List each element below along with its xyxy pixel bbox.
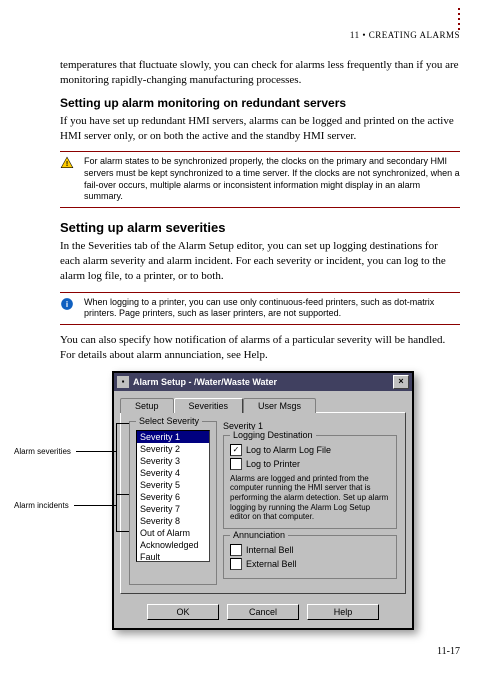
info-icon: i bbox=[60, 297, 76, 320]
logging-hint: Alarms are logged and printed from the c… bbox=[230, 474, 390, 522]
list-item[interactable]: Fault bbox=[137, 551, 209, 562]
checkbox-printer-label: Log to Printer bbox=[246, 459, 300, 469]
body-severities-1: In the Severities tab of the Alarm Setup… bbox=[60, 239, 460, 284]
list-item[interactable]: Severity 6 bbox=[137, 491, 209, 503]
alarm-setup-dialog: ▪ Alarm Setup - /Water/Waste Water × Set… bbox=[112, 371, 414, 630]
warning-icon: ! bbox=[60, 156, 76, 203]
list-item[interactable]: Severity 2 bbox=[137, 443, 209, 455]
list-item[interactable]: Acknowledged bbox=[137, 539, 209, 551]
dialog-titlebar: ▪ Alarm Setup - /Water/Waste Water × bbox=[114, 373, 412, 391]
dialog-title: Alarm Setup - /Water/Waste Water bbox=[133, 377, 393, 387]
list-item[interactable]: Severity 5 bbox=[137, 479, 209, 491]
checkbox-external-bell-label: External Bell bbox=[246, 559, 297, 569]
dialog-button-row: OK Cancel Help bbox=[114, 600, 412, 628]
chapter-header: 11 • CREATING ALARMS bbox=[60, 30, 460, 40]
body-severities-2: You can also specify how notification of… bbox=[60, 333, 460, 363]
warning-note: ! For alarm states to be synchronized pr… bbox=[60, 151, 460, 208]
select-severity-legend: Select Severity bbox=[136, 416, 202, 426]
select-severity-group: Select Severity Severity 1 Severity 2 Se… bbox=[129, 421, 217, 585]
callout-box-severities bbox=[116, 423, 130, 495]
checkbox-logfile-label: Log to Alarm Log File bbox=[246, 445, 331, 455]
header-dots bbox=[458, 8, 460, 30]
help-button[interactable]: Help bbox=[307, 604, 379, 620]
dialog-panel: Select Severity Severity 1 Severity 2 Se… bbox=[120, 412, 406, 594]
info-note: i When logging to a printer, you can use… bbox=[60, 292, 460, 325]
checkbox-printer[interactable] bbox=[230, 458, 242, 470]
heading-redundant: Setting up alarm monitoring on redundant… bbox=[60, 96, 460, 110]
list-item[interactable]: Severity 7 bbox=[137, 503, 209, 515]
annunciation-legend: Annunciation bbox=[230, 530, 288, 540]
info-text: When logging to a printer, you can use o… bbox=[84, 297, 460, 320]
body-redundant: If you have set up redundant HMI servers… bbox=[60, 114, 460, 144]
heading-severities: Setting up alarm severities bbox=[60, 220, 460, 235]
list-item[interactable]: Severity 4 bbox=[137, 467, 209, 479]
checkbox-external-bell[interactable] bbox=[230, 558, 242, 570]
tab-severities[interactable]: Severities bbox=[174, 398, 244, 413]
svg-text:i: i bbox=[66, 300, 68, 309]
tab-user-msgs[interactable]: User Msgs bbox=[243, 398, 316, 413]
list-item[interactable]: Severity 8 bbox=[137, 515, 209, 527]
list-item[interactable]: Severity 3 bbox=[137, 455, 209, 467]
tab-setup[interactable]: Setup bbox=[120, 398, 174, 413]
list-item[interactable]: Severity 1 bbox=[137, 431, 209, 443]
dialog-tabs: Setup Severities User Msgs bbox=[114, 391, 412, 412]
callout-line-2 bbox=[74, 505, 116, 506]
dialog-system-icon[interactable]: ▪ bbox=[117, 376, 129, 388]
callout-line bbox=[76, 451, 116, 452]
callout-incidents-label: Alarm incidents bbox=[14, 501, 69, 510]
severity-details: Severity 1 Logging Destination ✓ Log to … bbox=[223, 421, 397, 585]
close-icon[interactable]: × bbox=[393, 375, 409, 389]
logging-legend: Logging Destination bbox=[230, 430, 316, 440]
checkbox-internal-bell[interactable] bbox=[230, 544, 242, 556]
callout-severities-label: Alarm severities bbox=[14, 447, 71, 456]
severity-listbox[interactable]: Severity 1 Severity 2 Severity 3 Severit… bbox=[136, 430, 210, 562]
svg-text:!: ! bbox=[66, 161, 68, 168]
logging-group: Logging Destination ✓ Log to Alarm Log F… bbox=[223, 435, 397, 529]
ok-button[interactable]: OK bbox=[147, 604, 219, 620]
list-item[interactable]: Out of Alarm bbox=[137, 527, 209, 539]
page-number: 11-17 bbox=[60, 646, 460, 657]
cancel-button[interactable]: Cancel bbox=[227, 604, 299, 620]
checkbox-logfile[interactable]: ✓ bbox=[230, 444, 242, 456]
checkbox-internal-bell-label: Internal Bell bbox=[246, 545, 294, 555]
body-intro: temperatures that fluctuate slowly, you … bbox=[60, 58, 460, 88]
warning-text: For alarm states to be synchronized prop… bbox=[84, 156, 460, 203]
callout-box-incidents bbox=[116, 494, 130, 532]
annunciation-group: Annunciation Internal Bell External Bell bbox=[223, 535, 397, 579]
